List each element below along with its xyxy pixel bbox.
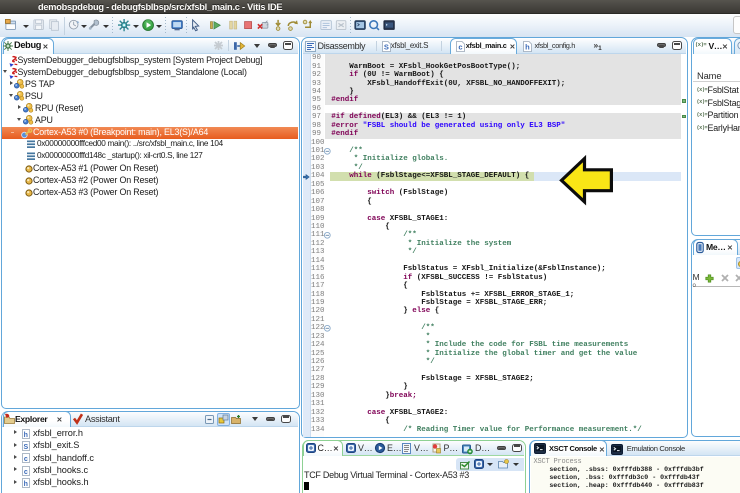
svg-text:c: c: [24, 469, 28, 476]
svg-text:c: c: [458, 42, 462, 51]
svg-text:c: c: [24, 456, 28, 463]
svg-text:h: h: [24, 431, 28, 438]
svg-text:S: S: [23, 444, 28, 451]
svg-text:S: S: [383, 42, 388, 51]
svg-text:h: h: [24, 481, 28, 488]
svg-text:h: h: [525, 42, 530, 51]
